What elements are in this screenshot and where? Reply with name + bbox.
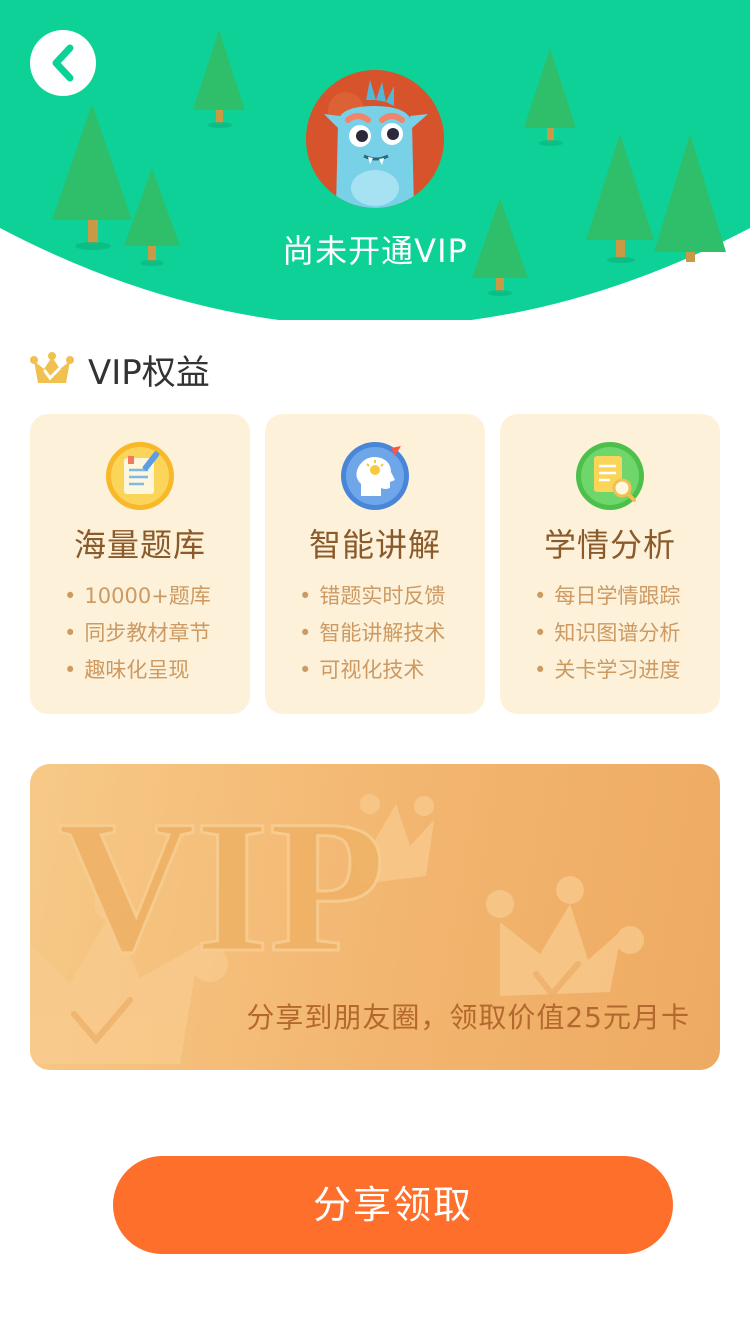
share-claim-button[interactable]: 分享领取 [113, 1156, 673, 1254]
benefit-card-question-bank: 海量题库 10000+题库 同步教材章节 趣味化呈现 [30, 414, 250, 714]
card-feature-item: 错题实时反馈 [299, 578, 445, 615]
card-title: 学情分析 [543, 526, 676, 564]
vip-status-text: 尚未开通VIP [282, 232, 468, 270]
avatar[interactable] [306, 70, 444, 208]
card-feature-item: 每日学情跟踪 [534, 578, 680, 615]
head-lightbulb-icon [341, 442, 409, 510]
card-feature-item: 知识图谱分析 [534, 615, 680, 652]
back-button[interactable] [30, 30, 96, 96]
vip-promo-text: 分享到朋友圈，领取价值25元月卡 [246, 1001, 690, 1034]
document-magnifier-icon [576, 442, 644, 510]
card-feature-item: 关卡学习进度 [534, 652, 680, 689]
card-feature-item: 同步教材章节 [64, 615, 211, 652]
card-feature-item: 趣味化呈现 [64, 652, 211, 689]
card-feature-item: 智能讲解技术 [299, 615, 445, 652]
monster-avatar-icon [306, 70, 444, 208]
card-feature-list: 每日学情跟踪 知识图谱分析 关卡学习进度 [534, 578, 680, 689]
section-title-text: VIP权益 [88, 352, 210, 393]
chevron-left-icon [52, 44, 74, 82]
card-feature-list: 10000+题库 同步教材章节 趣味化呈现 [64, 578, 211, 689]
card-title: 智能讲解 [308, 526, 441, 564]
header-banner: 尚未开通VIP [0, 0, 750, 320]
crown-icon [30, 352, 74, 383]
benefit-card-smart-explain: 智能讲解 错题实时反馈 智能讲解技术 可视化技术 [265, 414, 485, 714]
benefit-card-learning-analysis: 学情分析 每日学情跟踪 知识图谱分析 关卡学习进度 [500, 414, 720, 714]
vip-promo-card: VIP 分享到朋友圈，领取价值25元月卡 [30, 764, 720, 1070]
card-feature-list: 错题实时反馈 智能讲解技术 可视化技术 [299, 578, 445, 689]
card-feature-item: 10000+题库 [64, 578, 210, 615]
card-title: 海量题库 [73, 526, 206, 564]
benefit-cards: 海量题库 10000+题库 同步教材章节 趣味化呈现 智能讲解 错题实时反馈 智… [30, 414, 720, 714]
notebook-pencil-icon [106, 442, 174, 510]
benefits-section-title: VIP权益 [30, 344, 210, 394]
card-feature-item: 可视化技术 [299, 652, 445, 689]
vip-watermark: VIP [58, 782, 385, 992]
